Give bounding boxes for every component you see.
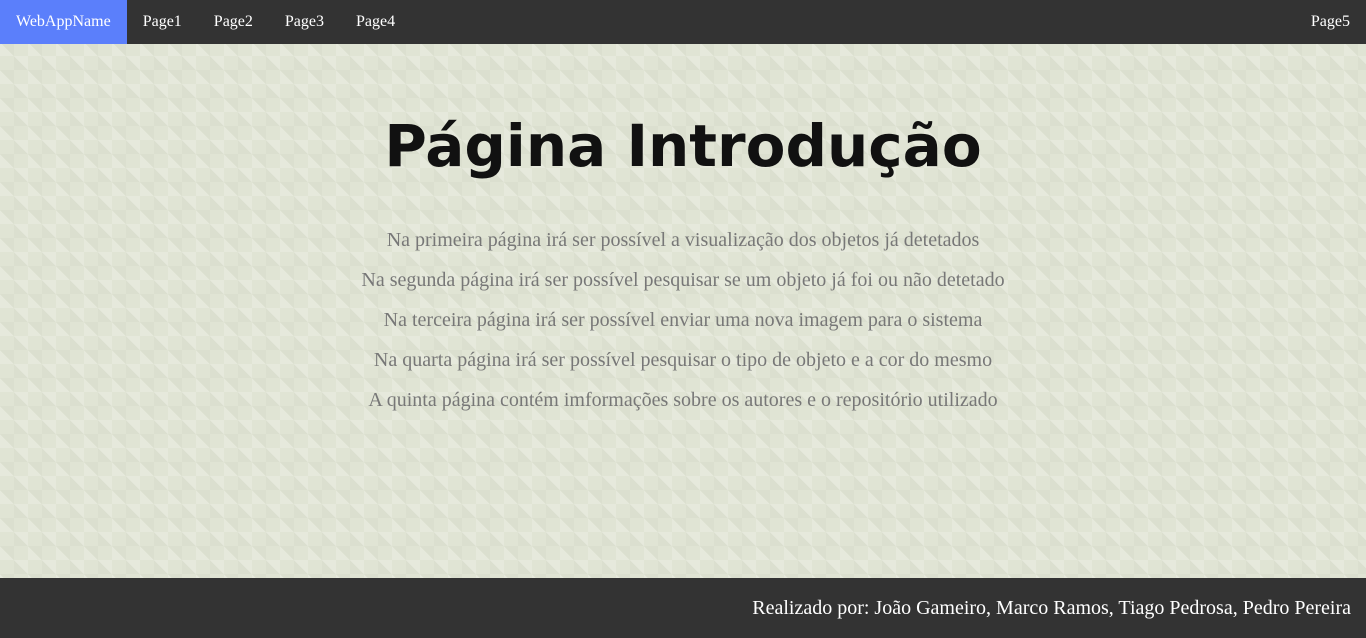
footer-credits: Realizado por: João Gameiro, Marco Ramos… [752, 596, 1351, 619]
description-line-page1: Na primeira página irá ser possível a vi… [386, 229, 980, 251]
nav-link-page3[interactable]: Page3 [269, 0, 340, 44]
page-footer: Realizado por: João Gameiro, Marco Ramos… [0, 578, 1366, 638]
description-list: Na primeira página irá ser possível a vi… [0, 220, 1366, 420]
description-line-page3: Na terceira página irá ser possível envi… [383, 309, 983, 331]
nav-link-page5[interactable]: Page5 [1295, 0, 1366, 44]
nav-link-page2[interactable]: Page2 [198, 0, 269, 44]
description-line-page2: Na segunda página irá ser possível pesqu… [361, 269, 1005, 291]
main-content: Página Introdução Na primeira página irá… [0, 44, 1366, 578]
page-title: Página Introdução [384, 112, 982, 180]
nav-brand-link[interactable]: WebAppName [0, 0, 127, 44]
description-line-page4: Na quarta página irá ser possível pesqui… [373, 349, 993, 371]
nav-link-page4[interactable]: Page4 [340, 0, 411, 44]
description-line-page5: A quinta página contém imformações sobre… [368, 389, 998, 411]
top-navbar: WebAppName Page1 Page2 Page3 Page4 Page5 [0, 0, 1366, 44]
nav-link-page1[interactable]: Page1 [127, 0, 198, 44]
